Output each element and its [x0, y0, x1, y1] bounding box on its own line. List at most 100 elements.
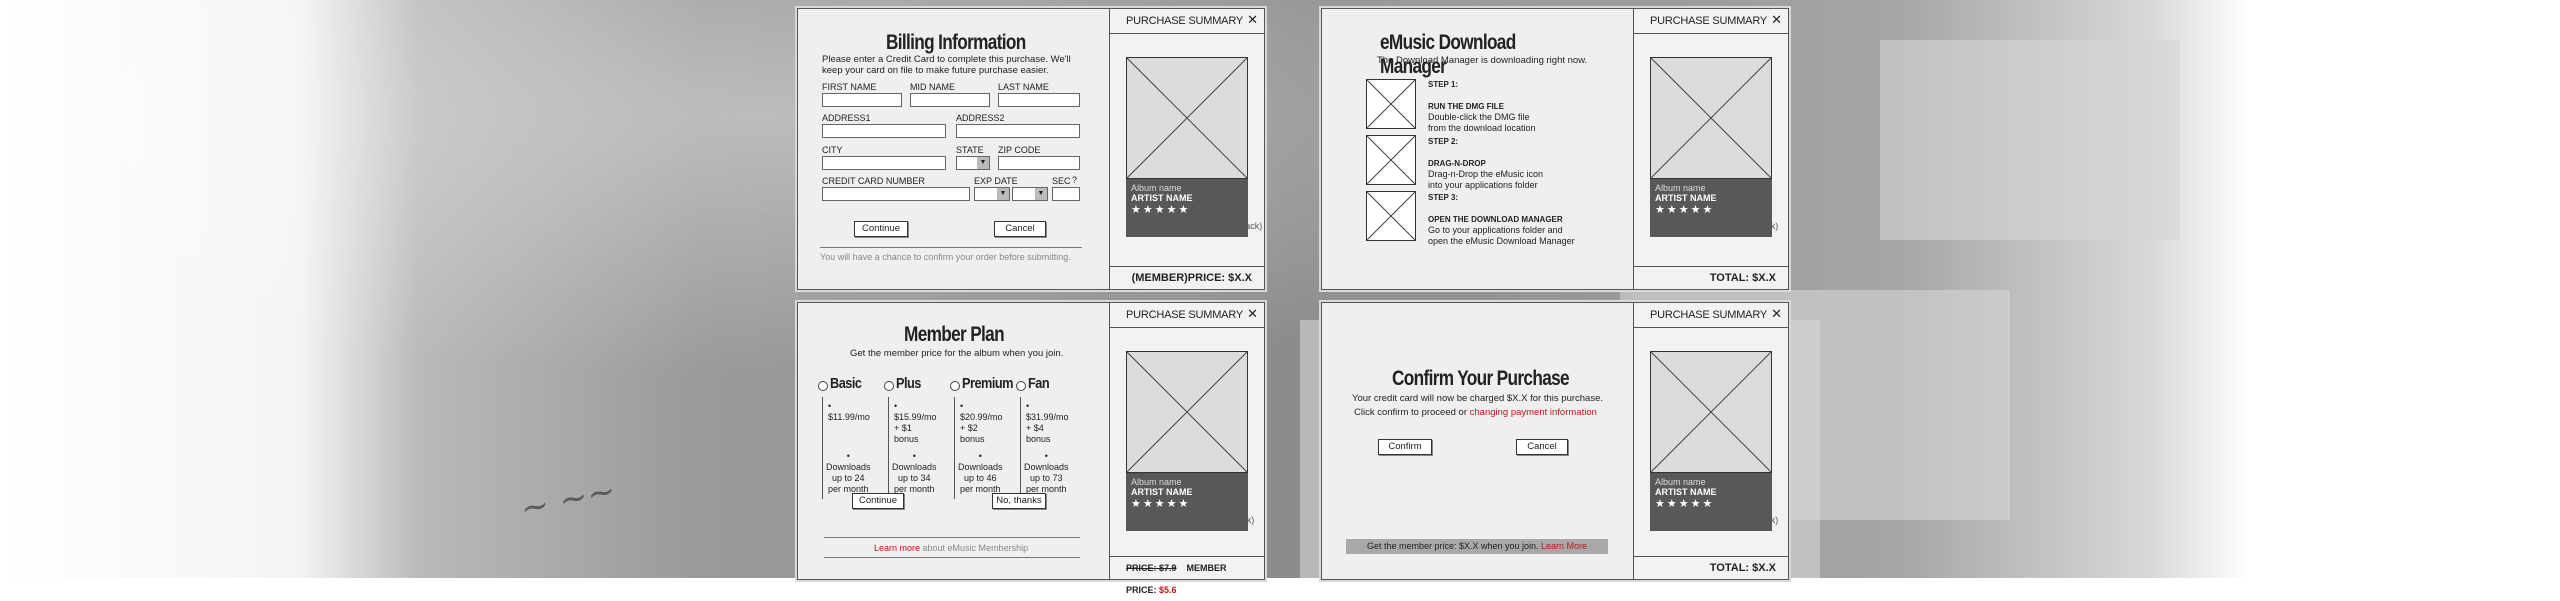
state-select[interactable]: ▼	[956, 156, 990, 170]
step-1-head: RUN THE DMG FILE	[1428, 102, 1504, 111]
confirm-line-2: Click confirm to proceed or changing pay…	[1354, 407, 1597, 418]
city-input[interactable]	[822, 156, 946, 170]
close-icon[interactable]: ✕	[1247, 13, 1258, 26]
help-icon[interactable]: ?	[1072, 175, 1077, 185]
purchase-summary: PURCHASE SUMMARY ✕ Album name ARTIST NAM…	[1109, 303, 1264, 595]
continue-button[interactable]: Continue	[854, 221, 908, 237]
album-name: Album name	[1131, 183, 1182, 193]
album-image-placeholder	[1126, 351, 1248, 473]
plan-plus-price: • $15.99/mo + $1 bonus	[894, 401, 937, 445]
album-art: Album name ARTIST NAME ★★★★★	[1126, 351, 1248, 531]
exp-year-select[interactable]: ▼	[1012, 187, 1048, 201]
album-image-placeholder	[1650, 57, 1772, 179]
plan-downloads-count: up to 24	[832, 473, 865, 483]
cancel-button[interactable]: Cancel	[994, 221, 1046, 237]
step-1-text: STEP 1: RUN THE DMG FILE Double-click th…	[1428, 79, 1536, 134]
billing-window: Billing Information Please enter a Credi…	[797, 8, 1265, 290]
album-name: Album name	[1655, 183, 1706, 193]
plan-premium-price: • $20.99/mo + $2 bonus	[960, 401, 1003, 445]
member-plan-window: Member Plan Get the member price for the…	[797, 302, 1265, 595]
plan-main: Member Plan Get the member price for the…	[798, 303, 1107, 579]
plan-price-line: • $31.99/mo	[1026, 401, 1069, 422]
member-banner: Get the member price: $X.X when you join…	[1346, 539, 1608, 554]
plan-basic-radio[interactable]	[818, 381, 828, 391]
billing-main: Billing Information Please enter a Credi…	[798, 9, 1107, 289]
album-art: Album name ARTIST NAME ★★★★★	[1650, 351, 1772, 531]
sec-input[interactable]	[1052, 187, 1080, 201]
no-thanks-button[interactable]: No, thanks	[992, 493, 1046, 509]
purchase-summary: PURCHASE SUMMARY ✕ Album name ARTIST NAM…	[1633, 9, 1788, 289]
artist-name: ARTIST NAME	[1655, 193, 1717, 203]
plan-plus-radio[interactable]	[884, 381, 894, 391]
close-icon[interactable]: ✕	[1771, 307, 1782, 320]
summary-header: PURCHASE SUMMARY	[1634, 303, 1788, 328]
album-art: Album name ARTIST NAME ★★★★★	[1126, 57, 1248, 237]
member-price-value: $5.6	[1159, 585, 1177, 595]
track-name: Track name (if he is buy a track)	[1650, 221, 1779, 231]
page-title: Member Plan	[904, 323, 1005, 346]
artist-name: ARTIST NAME	[1131, 487, 1193, 497]
summary-header: PURCHASE SUMMARY	[1110, 9, 1264, 34]
plan-premium-radio[interactable]	[950, 381, 960, 391]
close-icon[interactable]: ✕	[1771, 13, 1782, 26]
purchase-summary: PURCHASE SUMMARY ✕ Album name ARTIST NAM…	[1109, 9, 1264, 289]
cancel-button[interactable]: Cancel	[1516, 439, 1568, 455]
city-label: CITY	[822, 145, 843, 155]
plan-price-line: • $15.99/mo	[894, 401, 937, 422]
divider	[822, 397, 823, 499]
address2-input[interactable]	[956, 124, 1080, 138]
album-art: Album name ARTIST NAME ★★★★★	[1650, 57, 1772, 237]
address2-label: ADDRESS2	[956, 113, 1005, 123]
mid-name-label: MID NAME	[910, 82, 955, 92]
banner-learn-more-link[interactable]: Learn More	[1541, 541, 1587, 551]
cc-input[interactable]	[822, 187, 970, 201]
step-3-head: OPEN THE DOWNLOAD MANAGER	[1428, 215, 1563, 224]
divider	[954, 397, 955, 499]
divider	[1020, 397, 1021, 499]
plan-plus-name: Plus	[896, 375, 921, 392]
page-title: Billing Information	[886, 31, 1026, 54]
plan-downloads-line: • Downloads	[826, 451, 871, 472]
first-name-label: FIRST NAME	[822, 82, 877, 92]
step-1-line2: from the download location	[1428, 123, 1536, 133]
billing-description-1: Please enter a Credit Card to complete t…	[822, 54, 1071, 65]
last-name-input[interactable]	[998, 93, 1080, 107]
download-manager-window: eMusic Download Manager The Download Man…	[1321, 8, 1789, 290]
summary-header: PURCHASE SUMMARY	[1110, 303, 1264, 328]
step-3-image	[1366, 191, 1416, 241]
change-payment-link[interactable]: changing payment information	[1470, 407, 1597, 418]
step-2-head: DRAG-N-DROP	[1428, 159, 1486, 168]
plan-basic-name: Basic	[830, 375, 862, 392]
first-name-input[interactable]	[822, 93, 902, 107]
learn-more-rest: about eMusic Membership	[920, 543, 1029, 553]
summary-total: TOTAL: $X.X	[1634, 556, 1788, 579]
mid-name-input[interactable]	[910, 93, 990, 107]
zip-input[interactable]	[998, 156, 1080, 170]
confirm-window: Confirm Your Purchase Your credit card w…	[1321, 302, 1789, 580]
billing-description-2: keep your card on file to make future pu…	[822, 65, 1049, 76]
step-3-line1: Go to your applications folder and	[1428, 225, 1563, 235]
plan-fan-downloads: • Downloads up to 73 per month	[1024, 451, 1069, 495]
learn-more-link[interactable]: Learn more	[874, 543, 920, 553]
address1-input[interactable]	[822, 124, 946, 138]
continue-button[interactable]: Continue	[852, 493, 904, 509]
album-image-placeholder	[1650, 351, 1772, 473]
chevron-down-icon: ▼	[997, 188, 1009, 200]
last-name-label: LAST NAME	[998, 82, 1049, 92]
exp-month-select[interactable]: ▼	[974, 187, 1010, 201]
confirm-button[interactable]: Confirm	[1378, 439, 1432, 455]
close-icon[interactable]: ✕	[1247, 307, 1258, 320]
plan-downloads-line: • Downloads	[1024, 451, 1069, 472]
plan-basic-downloads: • Downloads up to 24 per month	[826, 451, 871, 495]
summary-header: PURCHASE SUMMARY	[1634, 9, 1788, 34]
track-name: Track name (if he is buy a track)	[1126, 515, 1255, 525]
plan-subtitle: Get the member price for the album when …	[850, 348, 1064, 359]
plan-downloads-count: up to 34	[898, 473, 931, 483]
regular-price: PRICE: $7.9	[1126, 563, 1177, 573]
artist-name: ARTIST NAME	[1131, 193, 1193, 203]
state-label: STATE	[956, 145, 984, 155]
plan-fan-radio[interactable]	[1016, 381, 1026, 391]
dm-subtitle: The Download Manager is downloading righ…	[1377, 55, 1588, 66]
track-name: Track name (if purchasing a track)	[1126, 221, 1263, 231]
artist-name: ARTIST NAME	[1655, 487, 1717, 497]
